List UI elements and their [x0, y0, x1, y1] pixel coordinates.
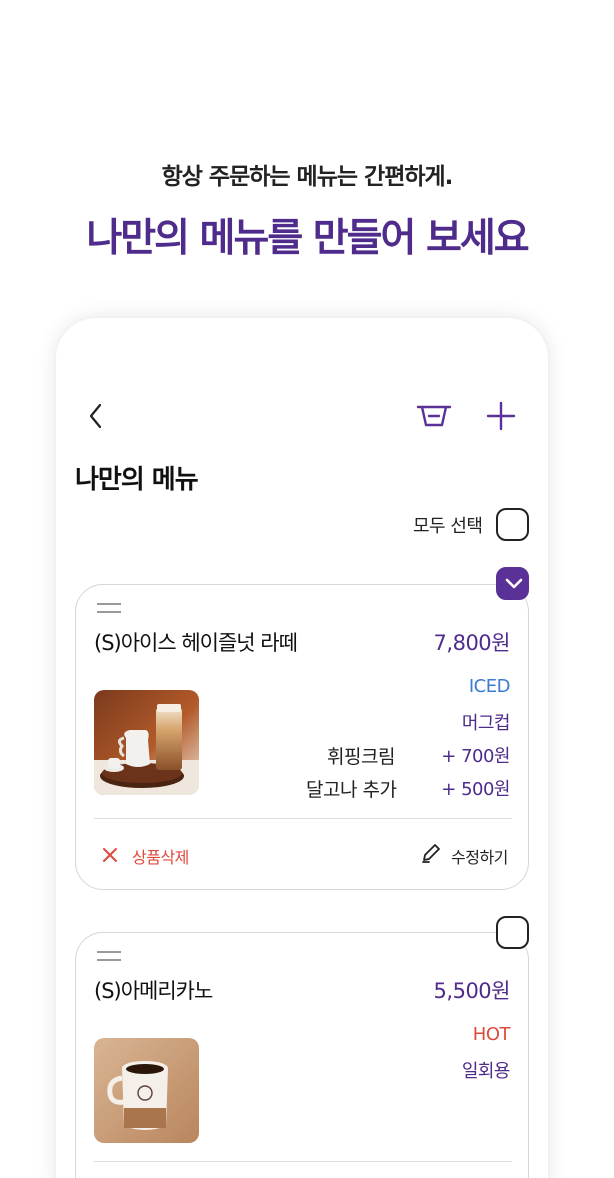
pencil-icon[interactable]	[420, 842, 442, 864]
edit-item-button[interactable]: 수정하기	[451, 844, 508, 868]
item-checkbox-checked[interactable]	[496, 567, 529, 600]
hazelnut-latte-image	[94, 690, 199, 795]
promo-title: 나만의 메뉴를 만들어 보세요	[86, 216, 529, 261]
item-price: 5,500원	[433, 979, 511, 1003]
select-all-label[interactable]: 모두 선택	[413, 512, 483, 538]
divider	[94, 1161, 512, 1162]
menu-item-card[interactable]: (S)아메리카노 5,500원 HOT 일회용	[75, 932, 529, 1178]
cup-type: 머그컵	[461, 713, 511, 734]
item-name: (S)아이스 헤이즐넛 라떼	[94, 631, 298, 655]
select-all-checkbox[interactable]	[496, 508, 529, 541]
delete-item-button[interactable]: 상품삭제	[132, 844, 189, 868]
item-price: 7,800원	[433, 631, 511, 655]
item-name: (S)아메리카노	[94, 979, 213, 1003]
extra-option-price: + 500원	[441, 779, 510, 800]
plus-icon[interactable]	[485, 400, 517, 432]
cup-type: 일회용	[461, 1061, 511, 1082]
drag-handle-icon[interactable]	[97, 949, 121, 963]
extra-option-label: 달고나 추가	[306, 779, 397, 801]
chevron-left-icon[interactable]	[86, 401, 106, 431]
divider	[94, 818, 512, 819]
basket-icon[interactable]	[415, 399, 453, 431]
drag-handle-icon[interactable]	[97, 601, 121, 615]
promo-subtitle: 항상 주문하는 메뉴는 간편하게.	[161, 164, 454, 190]
item-checkbox[interactable]	[496, 916, 529, 949]
temperature-badge: ICED	[468, 676, 511, 697]
close-icon[interactable]	[102, 847, 118, 863]
extra-option-price: + 700원	[441, 746, 510, 767]
menu-item-card[interactable]: (S)아이스 헤이즐넛 라떼 7,800원 ICED 머그컵 휘핑크림 + 70…	[75, 584, 529, 890]
page: 항상 주문하는 메뉴는 간편하게. 나만의 메뉴를 만들어 보세요 나만의 메뉴…	[0, 0, 614, 1178]
temperature-badge: HOT	[472, 1024, 511, 1045]
extra-option-label: 휘핑크림	[327, 746, 395, 768]
americano-image	[94, 1038, 199, 1143]
screen-title: 나만의 메뉴	[75, 465, 199, 495]
checkmark-icon	[505, 578, 523, 589]
